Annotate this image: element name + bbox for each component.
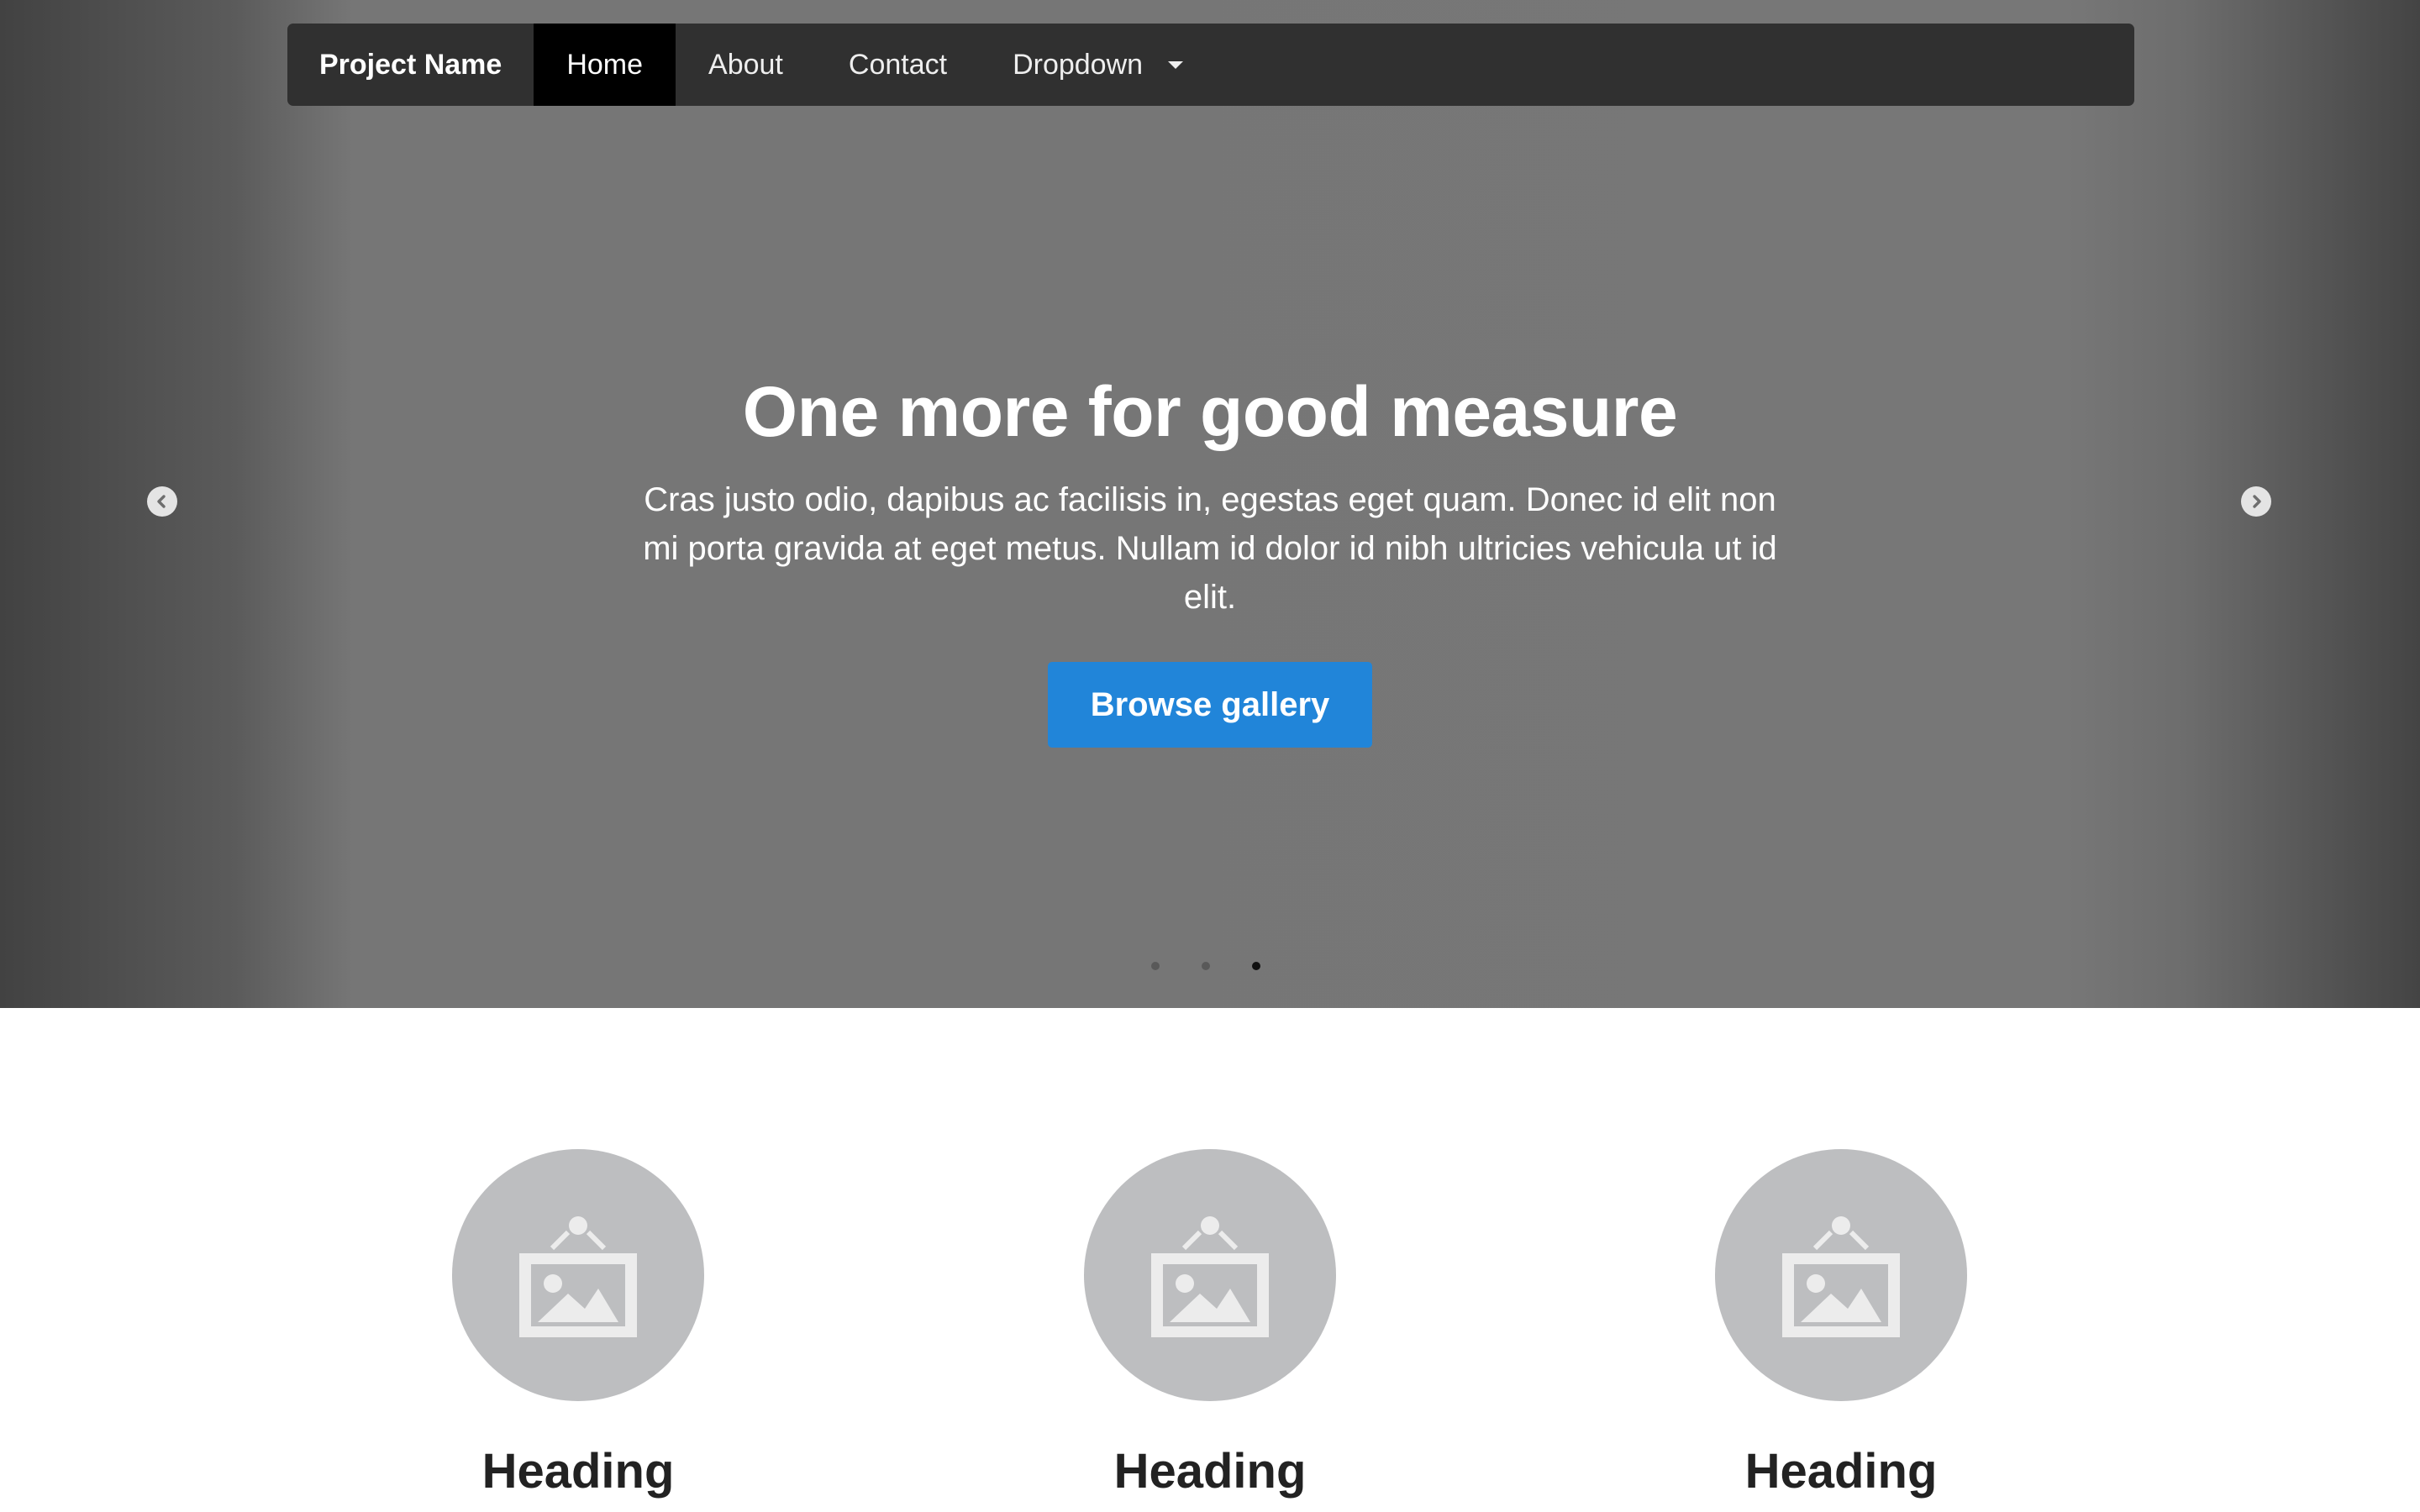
caret-down-icon: [1168, 60, 1184, 69]
chevron-left-icon: [157, 495, 166, 508]
carousel-text: Cras justo odio, dapibus ac facilisis in…: [643, 481, 1777, 616]
carousel-indicator-2[interactable]: [1202, 962, 1210, 970]
feature-heading: Heading: [1113, 1444, 1307, 1499]
hero-carousel: One more for good measure Cras justo odi…: [0, 0, 2420, 1008]
feature-heading: Heading: [481, 1444, 675, 1499]
nav-item-contact[interactable]: Contact: [816, 24, 980, 106]
image-placeholder-icon: [519, 1216, 637, 1337]
nav-item-home[interactable]: Home: [534, 24, 676, 106]
carousel-next-button[interactable]: [2241, 486, 2271, 517]
nav-item-label: Home: [566, 48, 644, 81]
feature-image: [1084, 1149, 1336, 1401]
nav-item-dropdown[interactable]: Dropdown: [980, 24, 1216, 106]
feature-heading: Heading: [1744, 1444, 1938, 1499]
carousel-indicator-3[interactable]: [1252, 962, 1260, 970]
image-placeholder-icon: [1782, 1216, 1900, 1337]
chevron-right-icon: [2253, 495, 2261, 508]
nav-item-label: About: [708, 48, 783, 81]
feature-image: [452, 1149, 704, 1401]
nav-item-label: Dropdown: [1013, 48, 1144, 81]
carousel-prev-button[interactable]: [147, 486, 177, 517]
feature-column-3: Heading: [1656, 1149, 2026, 1505]
feature-column-1: Heading: [393, 1149, 763, 1505]
feature-image: [1715, 1149, 1967, 1401]
navbar-brand[interactable]: Project Name: [287, 24, 534, 106]
nav-item-about[interactable]: About: [676, 24, 816, 106]
carousel-title: One more for good measure: [742, 372, 1678, 451]
carousel-caption: One more for good measure Cras justo odi…: [605, 361, 1815, 748]
carousel-indicator-1[interactable]: [1151, 962, 1160, 970]
browse-gallery-button[interactable]: Browse gallery: [1048, 662, 1372, 748]
nav-item-label: Contact: [848, 48, 948, 81]
top-navbar: Project Name Home About Contact Dropdown: [287, 24, 2134, 106]
feature-column-2: Heading: [1025, 1149, 1395, 1505]
image-placeholder-icon: [1151, 1216, 1269, 1337]
carousel-indicators: [1151, 962, 1260, 970]
